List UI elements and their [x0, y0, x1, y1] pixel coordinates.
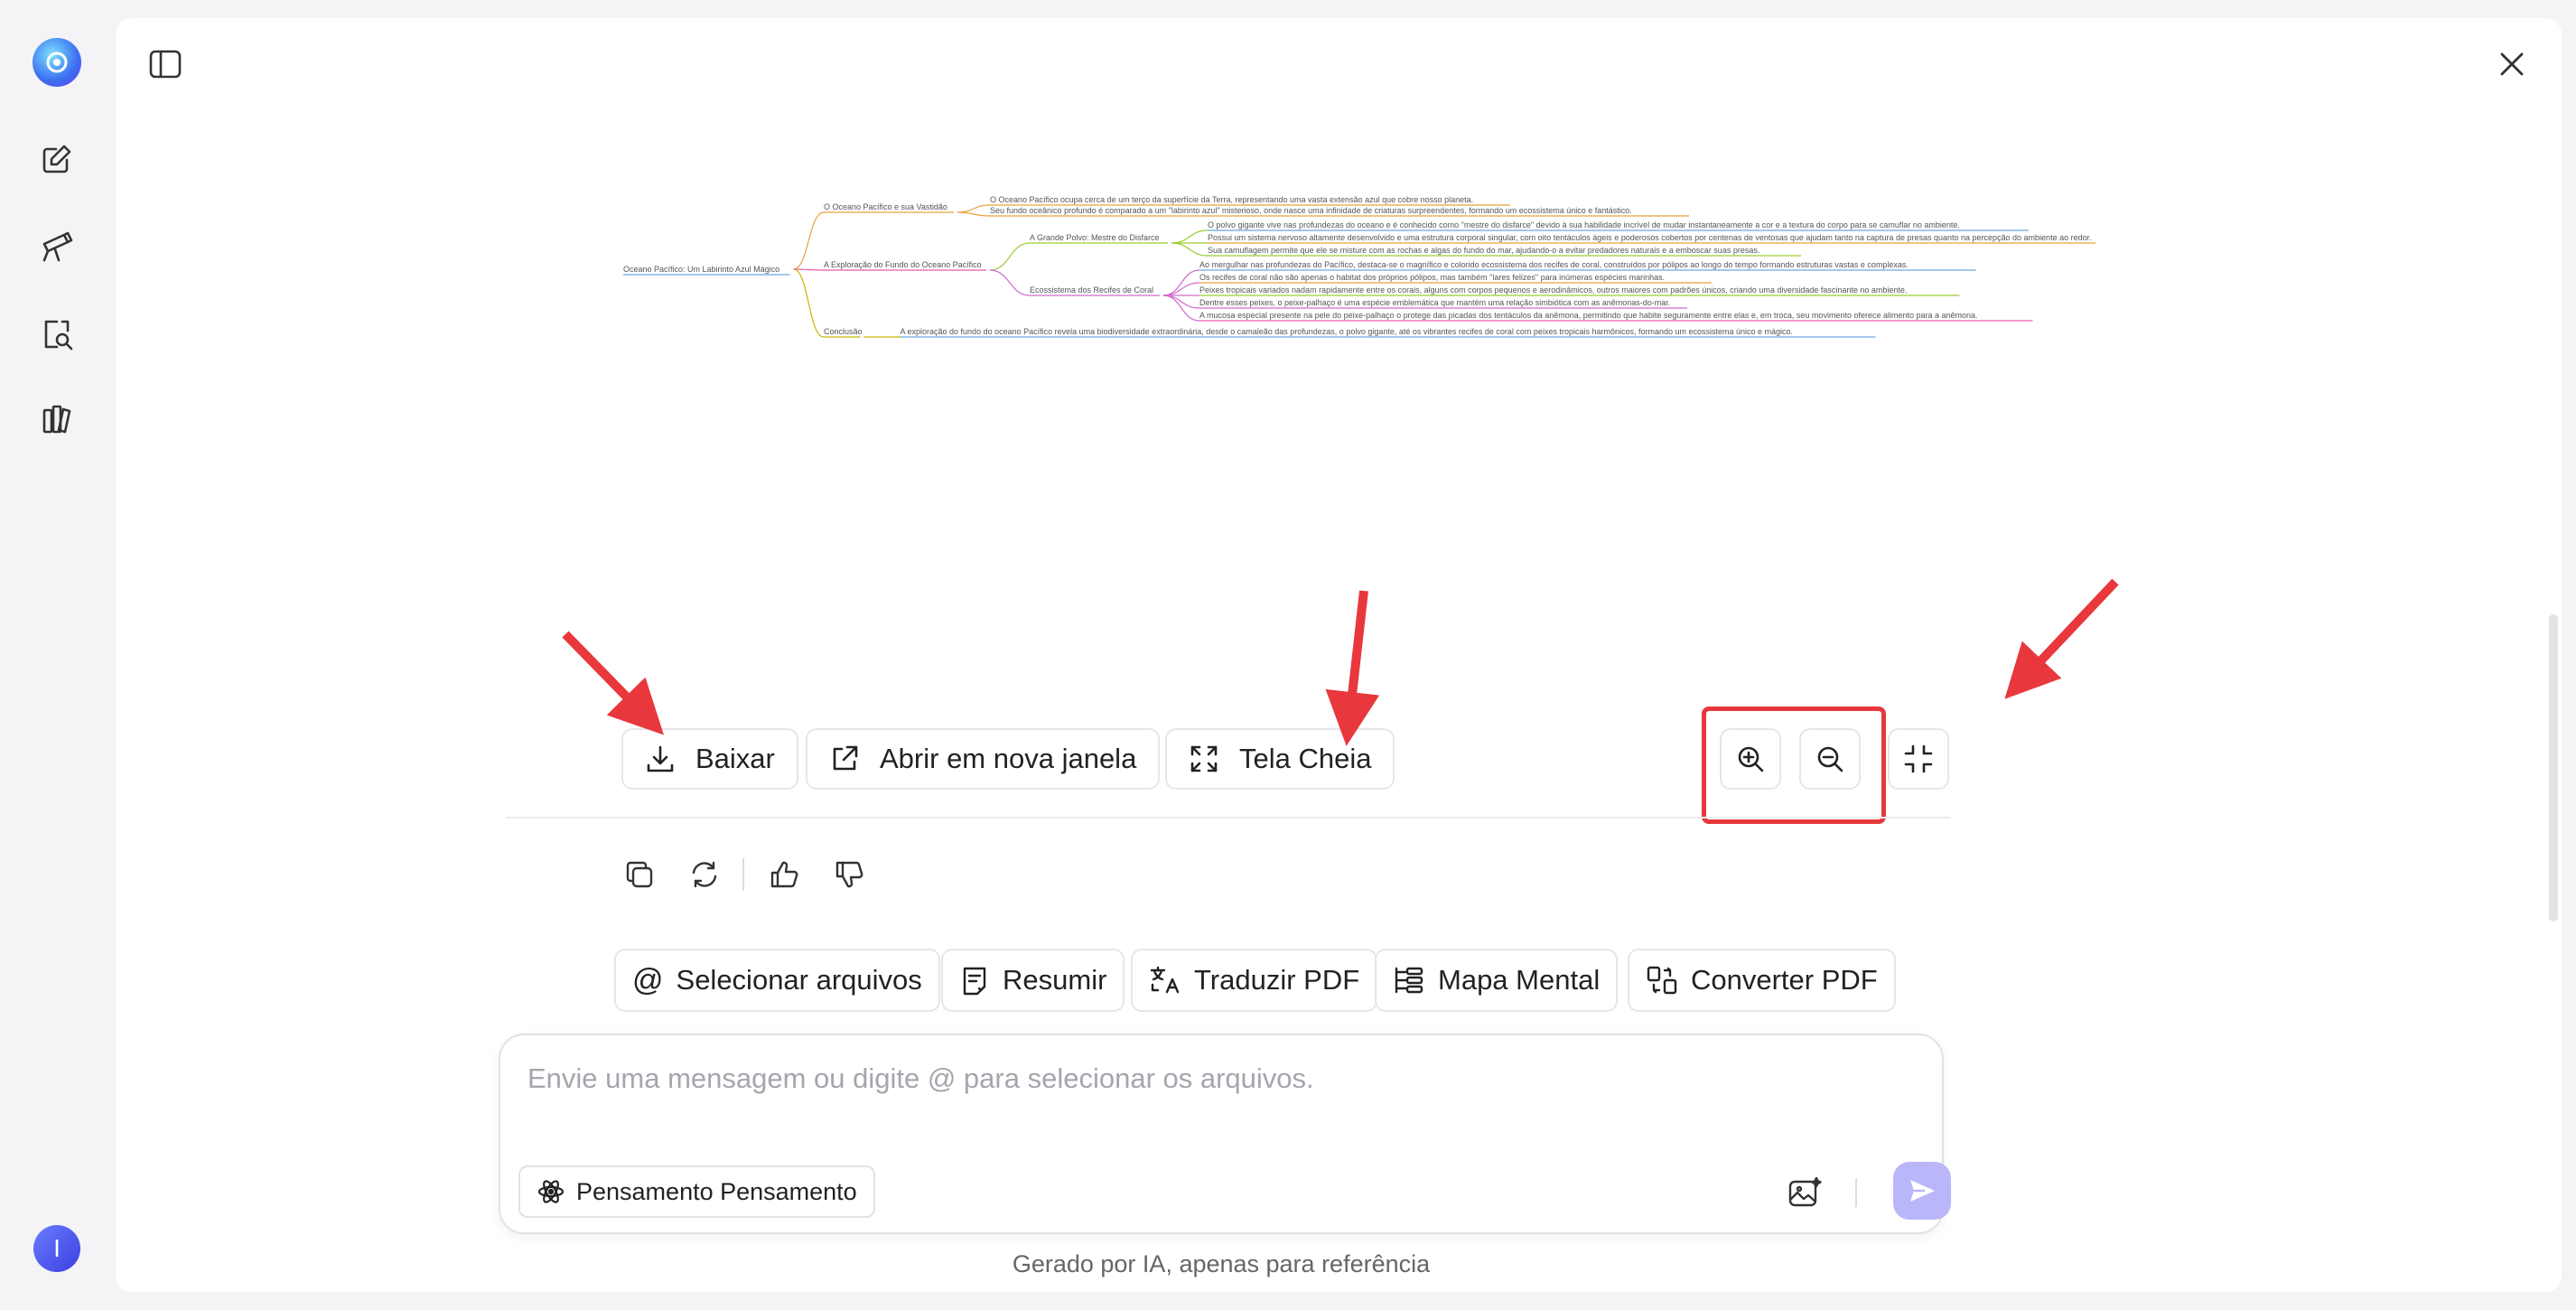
subbranch-connector [989, 269, 1031, 296]
leaf-connector [1171, 242, 1209, 257]
message-input-box: Pensamento Pensamento [499, 1034, 1951, 1234]
library-icon[interactable] [30, 392, 84, 446]
mind-map-leaf-node[interactable]: Possui um sistema nervoso altamente dese… [1208, 233, 2092, 242]
mind-map-leaf-node[interactable]: Sua camuflagem permite que ele se mistur… [1208, 246, 1759, 255]
thumbs-down-icon[interactable] [824, 849, 874, 900]
document-search-icon[interactable] [30, 307, 84, 361]
ai-disclaimer: Gerado por IA, apenas para referência [1012, 1250, 1431, 1277]
zoom-highlight-box [1702, 706, 1886, 824]
mind-map-root-node[interactable]: Oceano Pacífico: Um Labirinto Azul Mágic… [623, 265, 779, 274]
mind-map-chip[interactable]: Mapa Mental [1375, 949, 1619, 1012]
chip-label: Resumir [1003, 964, 1107, 996]
expand-icon [1190, 745, 1218, 772]
telescope-icon[interactable] [30, 219, 84, 273]
at-icon: @ [632, 962, 664, 997]
image-upload-icon[interactable] [1781, 1169, 1828, 1216]
atom-icon [537, 1180, 565, 1203]
translate-icon [1150, 966, 1180, 994]
download-label: Baixar [695, 743, 775, 774]
leaf-connector [1171, 229, 1209, 244]
subbranch-connector [989, 242, 1031, 271]
app-logo-icon[interactable] [33, 38, 81, 87]
convert-pdf-chip[interactable]: Converter PDF [1628, 949, 1896, 1012]
thinking-toggle-button[interactable]: Pensamento Pensamento [518, 1165, 875, 1218]
fullscreen-label: Tela Cheia [1239, 743, 1372, 774]
mind-map-branch-node[interactable]: Conclusão [824, 327, 863, 336]
chip-label: Selecionar arquivos [676, 964, 922, 996]
mind-map-branch-node[interactable]: O Oceano Pacífico e sua Vastidão [824, 202, 947, 211]
send-icon [1910, 1180, 1935, 1202]
mind-map-leaf-node[interactable]: Peixes tropicais variados nadam rapidame… [1199, 285, 1907, 295]
leaf-connector [1162, 295, 1200, 309]
external-link-icon [833, 745, 858, 771]
mind-map-leaf-node[interactable]: A exploração do fundo do oceano Pacífico… [901, 327, 1794, 336]
scrollbar[interactable] [2549, 614, 2558, 922]
branch-connector [793, 268, 825, 271]
user-avatar[interactable]: I [33, 1225, 80, 1272]
chip-label: Mapa Mental [1438, 964, 1601, 996]
open-new-window-label: Abrir em nova janela [880, 743, 1137, 774]
input-separator [1855, 1178, 1857, 1207]
collapse-icon [1904, 744, 1933, 773]
mindmap-icon [1395, 967, 1423, 994]
download-icon [647, 745, 674, 772]
leaf-connector [957, 204, 991, 213]
close-icon[interactable] [2489, 42, 2534, 87]
summarize-chip[interactable]: Resumir [941, 949, 1125, 1012]
translate-pdf-chip[interactable]: Traduzir PDF [1131, 949, 1378, 1012]
new-chat-icon[interactable] [30, 132, 84, 186]
select-files-chip[interactable]: @ Selecionar arquivos [614, 949, 940, 1012]
mind-map-leaf-node[interactable]: Ao mergulhar nas profundezas do Pacífico… [1199, 260, 1909, 269]
sidebar: I [0, 0, 114, 1310]
branch-connector [793, 268, 825, 338]
sidebar-toggle-icon[interactable] [143, 42, 188, 87]
send-button[interactable] [1893, 1162, 1951, 1220]
mind-map-branch-node[interactable]: A Exploração do Fundo do Oceano Pacífico [824, 260, 982, 269]
mind-map-leaf-node[interactable]: Dentre esses peixes, o peixe-palhaço é u… [1199, 298, 1670, 307]
chip-label: Converter PDF [1691, 964, 1878, 996]
fullscreen-button[interactable]: Tela Cheia [1165, 728, 1395, 790]
collapse-button[interactable] [1888, 728, 1949, 790]
leaf-connector [957, 211, 991, 217]
leaf-connector [1162, 282, 1200, 296]
mind-map-leaf-node[interactable]: A mucosa especial presente na pele do pe… [1199, 311, 1978, 320]
divider [506, 817, 1951, 819]
thinking-label: Pensamento Pensamento [576, 1177, 857, 1205]
branch-connector [793, 211, 825, 270]
chip-label: Traduzir PDF [1194, 964, 1360, 996]
thumbs-up-icon[interactable] [759, 849, 809, 900]
mind-map-leaf-node[interactable]: Seu fundo oceânico profundo é comparado … [990, 206, 1632, 215]
mind-map-leaf-node[interactable]: Os recifes de coral não são apenas o hab… [1199, 273, 1665, 282]
mind-map-leaf-node[interactable]: O polvo gigante vive nas profundezas do … [1208, 220, 1960, 229]
mind-map-leaf-node[interactable]: O Oceano Pacífico ocupa cerca de um terç… [990, 195, 1473, 204]
summary-icon [963, 967, 986, 996]
convert-icon [1647, 966, 1677, 995]
copy-icon[interactable] [614, 849, 665, 900]
open-new-window-button[interactable]: Abrir em nova janela [806, 728, 1161, 790]
reaction-separator [742, 858, 744, 891]
regenerate-icon[interactable] [679, 849, 730, 900]
download-button[interactable]: Baixar [621, 728, 798, 790]
mind-map-subbranch-node[interactable]: A Grande Polvo: Mestre do Disfarce [1030, 233, 1160, 242]
mind-map[interactable]: Oceano Pacífico: Um Labirinto Azul Mágic… [488, 172, 2095, 352]
message-input[interactable] [527, 1062, 1882, 1117]
mind-map-subbranch-node[interactable]: Ecossistema dos Recifes de Coral [1030, 285, 1153, 295]
